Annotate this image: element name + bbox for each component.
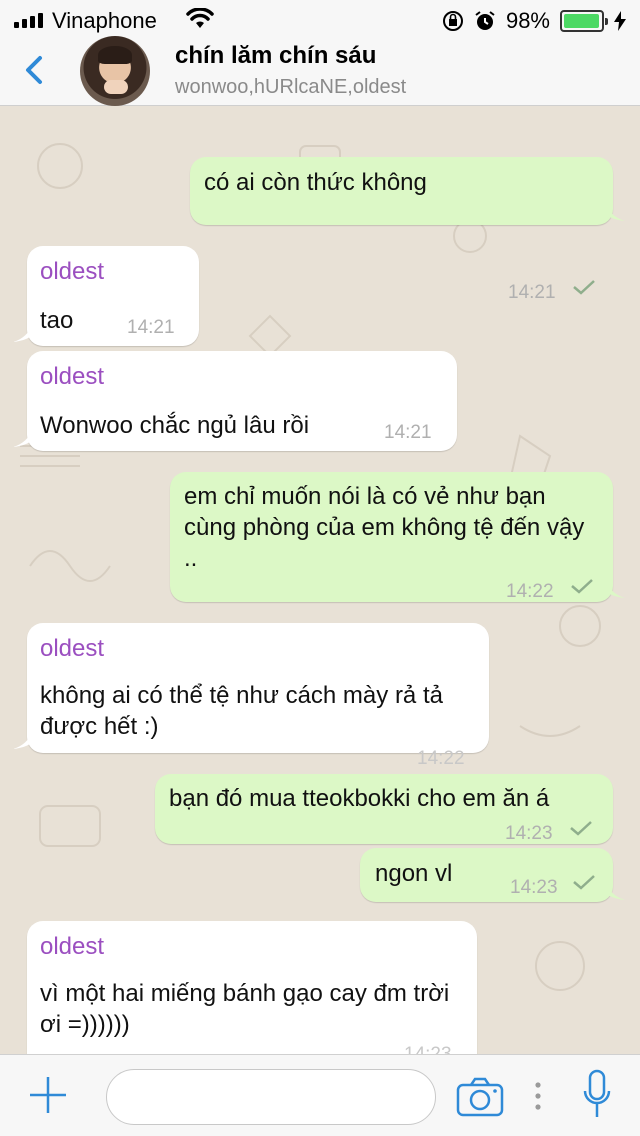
bubble-tail xyxy=(13,324,33,342)
message-time: 14:22 xyxy=(506,581,554,602)
message-time: 14:23 xyxy=(505,823,553,844)
message-incoming[interactable]: oldest Wonwoo chắc ngủ lâu rồi 14:21 xyxy=(13,351,457,451)
message-incoming[interactable]: oldest không ai có thể tệ như cách mày r… xyxy=(13,623,489,769)
wifi-icon xyxy=(186,8,214,28)
message-outgoing[interactable]: có ai còn thức không 14:21 xyxy=(190,157,625,303)
bubble-tail xyxy=(605,580,625,598)
message-text: ngon vl xyxy=(375,860,453,887)
status-bar: Vinaphone 98% xyxy=(0,0,640,40)
read-check-icon xyxy=(573,280,595,295)
more-vertical-icon[interactable] xyxy=(534,1081,542,1111)
message-incoming[interactable]: oldest tao 14:21 xyxy=(13,246,199,346)
battery-percent: 98% xyxy=(505,8,550,33)
message-input[interactable] xyxy=(106,1069,436,1125)
chat-members[interactable]: wonwoo,hURlcaNE,oldest xyxy=(175,76,406,99)
camera-icon[interactable] xyxy=(456,1077,504,1117)
message-time: 14:23 xyxy=(404,1039,452,1054)
message-outgoing[interactable]: bạn đó mua tteokbokki cho em ăn á 14:23 xyxy=(155,774,613,844)
bubble-tail xyxy=(13,731,33,749)
microphone-icon[interactable] xyxy=(582,1069,612,1121)
message-text: có ai còn thức không xyxy=(204,169,427,196)
message-outgoing[interactable]: ngon vl 14:23 xyxy=(360,848,625,902)
message-time: 14:22 xyxy=(417,748,465,769)
signal-strength-icon xyxy=(14,12,43,28)
message-time: 14:21 xyxy=(384,422,432,443)
read-check-icon xyxy=(571,579,593,594)
message-text: không ai có thể tệ như cách mày rả tả đư… xyxy=(40,682,443,740)
carrier-name: Vinaphone xyxy=(52,8,157,33)
sender-name: oldest xyxy=(40,363,105,390)
sender-name: oldest xyxy=(40,933,105,960)
group-avatar[interactable] xyxy=(80,36,150,106)
sender-name: oldest xyxy=(40,258,105,285)
battery-icon xyxy=(560,10,608,32)
chat-title[interactable]: chín lăm chín sáu xyxy=(175,42,376,70)
message-text: bạn đó mua tteokbokki cho em ăn á xyxy=(169,785,550,812)
back-chevron-icon[interactable] xyxy=(18,50,54,90)
message-text: em chỉ muốn nói là có vẻ như bạn cùng ph… xyxy=(184,483,585,572)
bubble-tail xyxy=(605,882,625,900)
alarm-icon xyxy=(475,11,495,30)
message-list[interactable]: có ai còn thức không 14:21 oldest tao 14… xyxy=(0,106,640,1054)
charging-bolt-icon xyxy=(614,11,626,31)
read-check-icon xyxy=(570,821,592,836)
message-time: 14:21 xyxy=(127,317,175,338)
chat-header: chín lăm chín sáu wonwoo,hURlcaNE,oldest xyxy=(0,36,640,106)
plus-icon[interactable] xyxy=(28,1075,68,1115)
bubble-tail xyxy=(13,429,33,447)
message-outgoing[interactable]: em chỉ muốn nói là có vẻ như bạn cùng ph… xyxy=(170,472,625,602)
message-time: 14:23 xyxy=(510,877,558,898)
bubble-tail xyxy=(605,203,625,221)
orientation-lock-icon xyxy=(442,11,463,31)
message-incoming[interactable]: oldest vì một hai miếng bánh gạo cay đm … xyxy=(27,921,477,1054)
sender-name: oldest xyxy=(40,635,105,662)
composer-bar xyxy=(0,1054,640,1136)
read-check-icon xyxy=(573,875,595,890)
message-text: vì một hai miếng bánh gạo cay đm trời ơi… xyxy=(40,980,450,1038)
message-time: 14:21 xyxy=(508,282,556,303)
